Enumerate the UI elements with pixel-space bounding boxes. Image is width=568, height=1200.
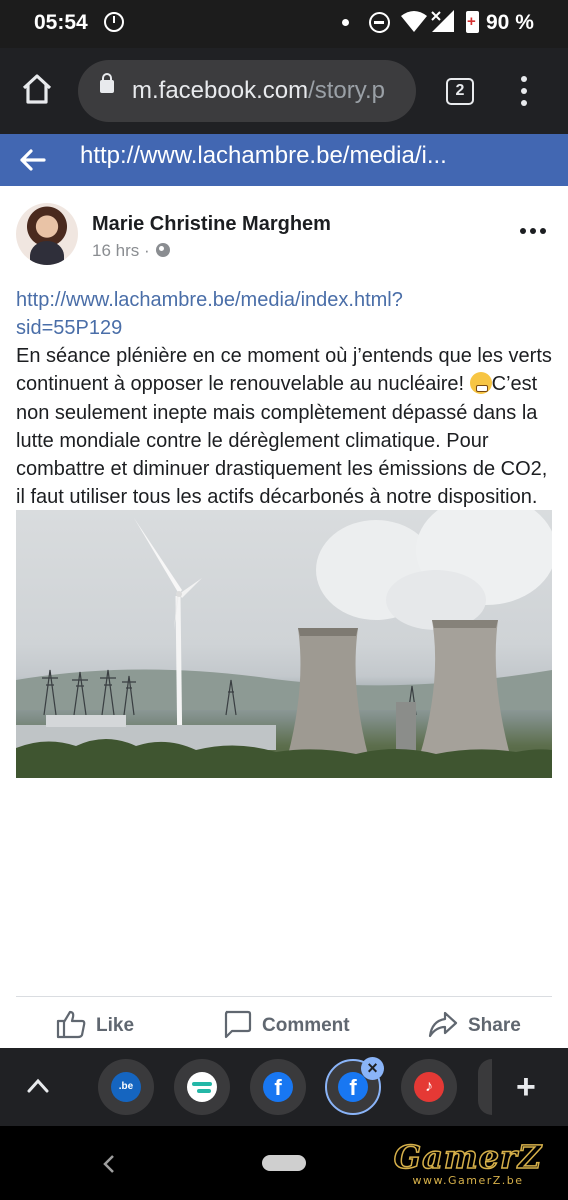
post-meta: 16 hrs ·	[92, 241, 171, 261]
browser-menu-icon[interactable]	[514, 76, 534, 108]
browser-toolbar: m.facebook.com/story.p 2	[0, 48, 568, 134]
more-options-icon[interactable]	[520, 228, 548, 236]
red-site-icon: ♪	[414, 1072, 444, 1102]
wifi-icon	[401, 11, 427, 32]
tab-bubble-be[interactable]: .be	[98, 1059, 154, 1115]
post-image[interactable]	[16, 510, 552, 778]
comment-label: Comment	[262, 1015, 350, 1036]
chevron-up-icon[interactable]	[26, 1076, 50, 1096]
home-pill[interactable]	[262, 1155, 306, 1171]
be-site-icon: .be	[111, 1072, 141, 1102]
signal-icon	[431, 10, 454, 32]
alarm-icon	[104, 12, 124, 32]
globe-icon	[156, 243, 171, 257]
facebook-icon: f	[263, 1072, 293, 1102]
system-nav-bar: GamerZ www.GamerZ.be	[0, 1126, 568, 1200]
speed-site-icon	[187, 1072, 217, 1102]
comment-icon	[224, 1010, 252, 1039]
watermark: GamerZ www.GamerZ.be	[382, 1138, 554, 1187]
home-icon[interactable]	[20, 72, 54, 106]
address-url: m.facebook.com/story.p	[132, 77, 385, 105]
close-tab-icon[interactable]: ×	[361, 1057, 384, 1080]
battery-icon	[466, 11, 479, 33]
share-label: Share	[468, 1015, 521, 1036]
new-tab-button[interactable]: +	[516, 1070, 536, 1104]
header-title: http://www.lachambre.be/media/i...	[80, 142, 447, 169]
notification-dot-icon	[342, 19, 349, 26]
tab-bubble-facebook[interactable]: f	[250, 1059, 306, 1115]
address-bar[interactable]: m.facebook.com/story.p	[78, 60, 416, 122]
tab-bubbles-bar: .be f f ♪ +	[0, 1048, 568, 1126]
status-time: 05:54	[34, 11, 88, 34]
watermark-main: GamerZ	[393, 1138, 543, 1176]
meta-separator: ·	[139, 241, 155, 260]
like-icon	[56, 1010, 86, 1039]
tab-switcher-button[interactable]: 2	[446, 78, 474, 105]
post-author[interactable]: Marie Christine Marghem	[92, 213, 331, 236]
tab-bubble-partial[interactable]	[478, 1059, 492, 1115]
back-arrow-icon[interactable]	[18, 146, 46, 174]
lock-icon	[100, 73, 114, 93]
status-bar: 05:54 90 %	[0, 0, 568, 48]
tab-bubble-speedtest[interactable]	[174, 1059, 230, 1115]
url-path: /story.p	[308, 77, 385, 104]
like-label: Like	[96, 1015, 135, 1036]
url-domain: m.facebook.com	[132, 77, 309, 104]
weary-face-emoji-icon	[469, 372, 492, 395]
post-actions: Like Comment Share	[16, 996, 552, 1048]
share-icon	[428, 1011, 458, 1038]
facebook-header: http://www.lachambre.be/media/i...	[0, 134, 568, 186]
avatar[interactable]	[16, 203, 78, 265]
battery-percent: 90 %	[486, 11, 534, 34]
post-time[interactable]: 16 hrs	[92, 241, 139, 260]
power-plant-image	[16, 510, 552, 778]
nav-back-icon[interactable]	[100, 1153, 118, 1175]
post-link[interactable]: http://www.lachambre.be/media/index.html…	[16, 286, 486, 342]
tab-bubble-red[interactable]: ♪	[401, 1059, 457, 1115]
do-not-disturb-icon	[369, 12, 390, 33]
